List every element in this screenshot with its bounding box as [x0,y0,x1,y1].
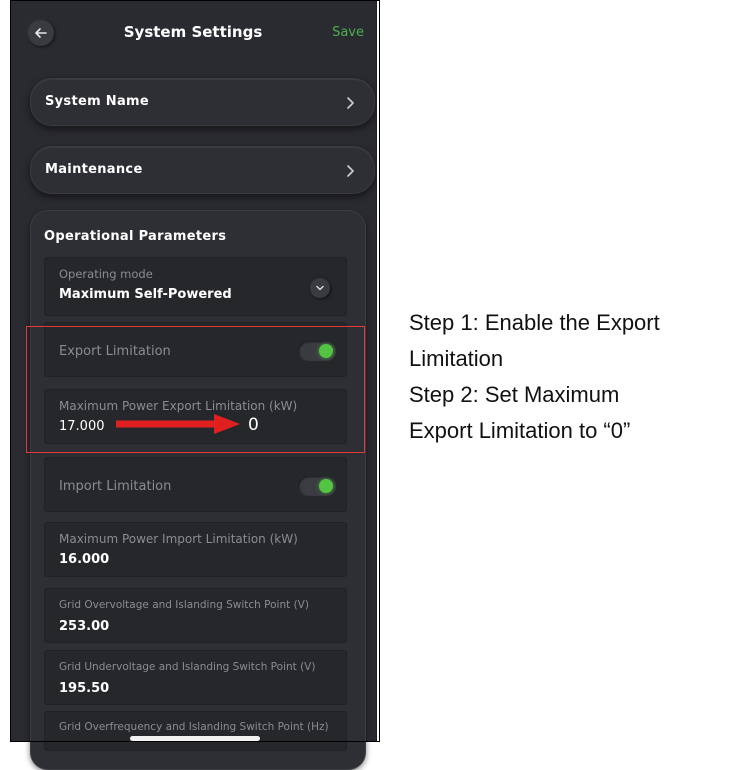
toggle-knob [319,479,333,493]
instruction-text: Step 1: Enable the Export Limitation Ste… [409,305,739,449]
instruction-line: Export Limitation to “0” [409,418,631,443]
max-import-label: Maximum Power Import Limitation (kW) [59,532,298,546]
system-name-row[interactable]: System Name [30,78,375,126]
instruction-line: Step 1: Enable the Export [409,310,660,335]
grid-undervoltage-field[interactable]: Grid Undervoltage and Islanding Switch P… [44,650,347,705]
operational-parameters-title: Operational Parameters [44,229,227,244]
max-import-value: 16.000 [59,552,110,567]
chevron-right-icon [347,97,354,109]
save-button[interactable]: Save [332,25,364,40]
chevron-right-icon [347,165,354,177]
chevron-down-icon [316,285,324,291]
grid-overvoltage-field[interactable]: Grid Overvoltage and Islanding Switch Po… [44,588,347,643]
maintenance-row[interactable]: Maintenance [30,146,375,194]
grid-undervoltage-value: 195.50 [59,681,110,696]
highlight-box [26,326,365,453]
grid-overvoltage-label: Grid Overvoltage and Islanding Switch Po… [59,599,309,611]
operating-mode-label: Operating mode [59,267,153,281]
operating-mode-select[interactable]: Operating mode Maximum Self-Powered [44,257,347,316]
home-indicator [130,736,260,741]
import-limitation-toggle[interactable] [298,476,336,496]
app-header: System Settings Save [10,14,376,54]
grid-overfrequency-label: Grid Overfrequency and Islanding Switch … [59,721,329,733]
operating-mode-value: Maximum Self-Powered [59,287,232,302]
system-name-label: System Name [45,94,149,109]
max-import-field[interactable]: Maximum Power Import Limitation (kW) 16.… [44,522,347,577]
operating-mode-dropdown[interactable] [310,278,330,298]
maintenance-label: Maintenance [45,162,143,177]
import-limitation-label: Import Limitation [59,479,172,494]
grid-overfrequency-field[interactable]: Grid Overfrequency and Islanding Switch … [44,711,347,751]
import-limitation-row: Import Limitation [44,457,347,512]
grid-overvoltage-value: 253.00 [59,619,110,634]
instruction-line: Step 2: Set Maximum [409,382,620,407]
grid-undervoltage-label: Grid Undervoltage and Islanding Switch P… [59,661,316,673]
instruction-line: Limitation [409,346,504,371]
page-title: System Settings [123,23,263,41]
